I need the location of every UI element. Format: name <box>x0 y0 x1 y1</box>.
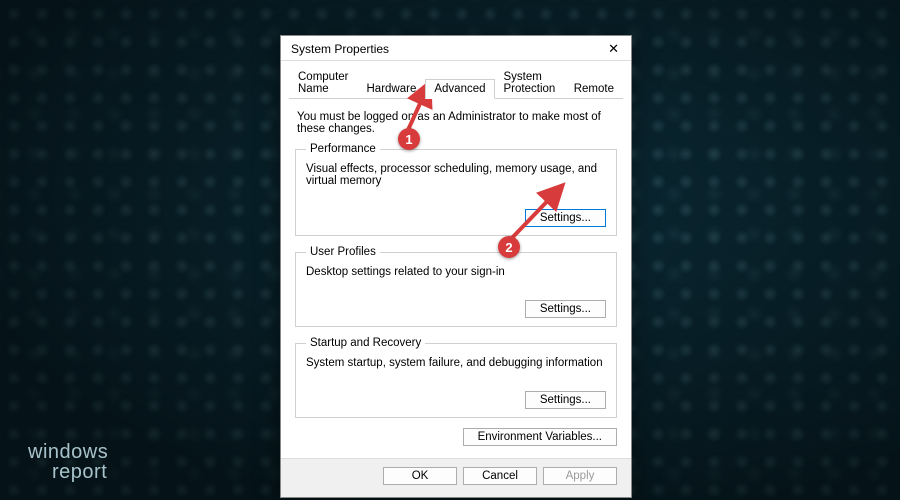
tab-strip: Computer Name Hardware Advanced System P… <box>281 61 631 98</box>
tab-label: Computer Name <box>298 71 349 95</box>
watermark: windows report <box>28 442 108 482</box>
group-desc: Desktop settings related to your sign-in <box>306 266 606 278</box>
tab-system-protection[interactable]: System Protection <box>495 67 565 98</box>
window-title: System Properties <box>291 42 389 56</box>
tab-remote[interactable]: Remote <box>565 79 623 98</box>
watermark-line2: report <box>52 462 108 482</box>
watermark-line1: windows <box>28 442 108 462</box>
dialog-footer: OK Cancel Apply <box>281 458 631 497</box>
environment-variables-button[interactable]: Environment Variables... <box>463 428 617 446</box>
tab-computer-name[interactable]: Computer Name <box>289 67 358 98</box>
group-legend: Performance <box>306 143 380 155</box>
tab-label: Advanced <box>434 83 485 95</box>
admin-note: You must be logged on as an Administrato… <box>297 111 615 135</box>
startup-settings-button[interactable]: Settings... <box>525 391 606 409</box>
cancel-button[interactable]: Cancel <box>463 467 537 485</box>
ok-button[interactable]: OK <box>383 467 457 485</box>
group-startup-recovery: Startup and Recovery System startup, sys… <box>295 337 617 418</box>
tab-content: You must be logged on as an Administrato… <box>281 99 631 458</box>
tab-advanced[interactable]: Advanced <box>425 79 494 99</box>
apply-button[interactable]: Apply <box>543 467 617 485</box>
tab-label: Remote <box>574 83 614 95</box>
tab-label: System Protection <box>504 71 556 95</box>
group-user-profiles: User Profiles Desktop settings related t… <box>295 246 617 327</box>
system-properties-window: System Properties ✕ Computer Name Hardwa… <box>280 35 632 498</box>
annotation-badge-2: 2 <box>498 236 520 258</box>
close-icon[interactable]: ✕ <box>604 41 623 57</box>
group-legend: Startup and Recovery <box>306 337 425 349</box>
group-legend: User Profiles <box>306 246 380 258</box>
profiles-settings-button[interactable]: Settings... <box>525 300 606 318</box>
titlebar: System Properties ✕ <box>281 36 631 61</box>
group-desc: System startup, system failure, and debu… <box>306 357 606 369</box>
annotation-badge-1: 1 <box>398 128 420 150</box>
